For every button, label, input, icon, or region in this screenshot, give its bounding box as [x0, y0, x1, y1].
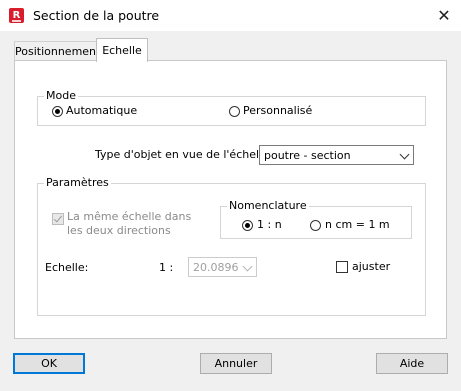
- mode-group: Mode Automatique Personnalisé: [37, 89, 426, 126]
- parametres-group: Paramètres La même échelle dans les deux…: [37, 176, 426, 316]
- chevron-down-icon: [399, 149, 410, 160]
- title-bar: R Section de la poutre ✕: [0, 0, 461, 31]
- parametres-legend: Paramètres: [44, 176, 111, 190]
- tab-positionnement[interactable]: Positionnement: [14, 41, 100, 61]
- help-button[interactable]: Aide: [376, 353, 448, 374]
- mode-legend: Mode: [44, 89, 78, 103]
- scale-value-combo[interactable]: 20.0896: [188, 257, 257, 277]
- ok-button[interactable]: OK: [13, 353, 85, 374]
- radio-personnalise-label[interactable]: Personnalisé: [243, 104, 312, 118]
- radio-automatique[interactable]: [52, 106, 63, 117]
- tab-panel: Mode Automatique Personnalisé Type d'obj…: [14, 60, 447, 339]
- radio-1-n-label[interactable]: 1 : n: [257, 218, 282, 232]
- tab-echelle[interactable]: Echelle: [96, 38, 148, 62]
- radio-1-n[interactable]: [242, 220, 253, 231]
- nomenclature-legend: Nomenclature: [227, 199, 309, 213]
- object-type-dropdown[interactable]: poutre - section: [259, 145, 414, 165]
- scale-value: 20.0896: [193, 261, 239, 274]
- ajuster-label[interactable]: ajuster: [352, 260, 390, 274]
- close-icon[interactable]: ✕: [432, 6, 456, 26]
- radio-automatique-label[interactable]: Automatique: [66, 104, 137, 118]
- radio-n-cm-label[interactable]: n cm = 1 m: [325, 218, 390, 232]
- same-scale-label: La même échelle dans les deux directions: [67, 210, 192, 237]
- ajuster-checkbox[interactable]: [336, 261, 348, 273]
- echelle-label: Echelle:: [45, 261, 89, 274]
- nomenclature-group: Nomenclature 1 : n n cm = 1 m: [220, 199, 412, 239]
- radio-n-cm[interactable]: [310, 220, 321, 231]
- object-type-value: poutre - section: [264, 149, 351, 162]
- object-type-label: Type d'objet en vue de l'échelle:: [95, 148, 273, 161]
- same-scale-checkbox[interactable]: [52, 213, 64, 225]
- window-title: Section de la poutre: [33, 8, 160, 23]
- ratio-prefix: 1 :: [159, 261, 174, 274]
- cancel-button[interactable]: Annuler: [200, 353, 272, 374]
- chevron-down-icon: [242, 261, 253, 272]
- radio-personnalise[interactable]: [229, 106, 240, 117]
- app-logo-icon: R: [9, 8, 24, 23]
